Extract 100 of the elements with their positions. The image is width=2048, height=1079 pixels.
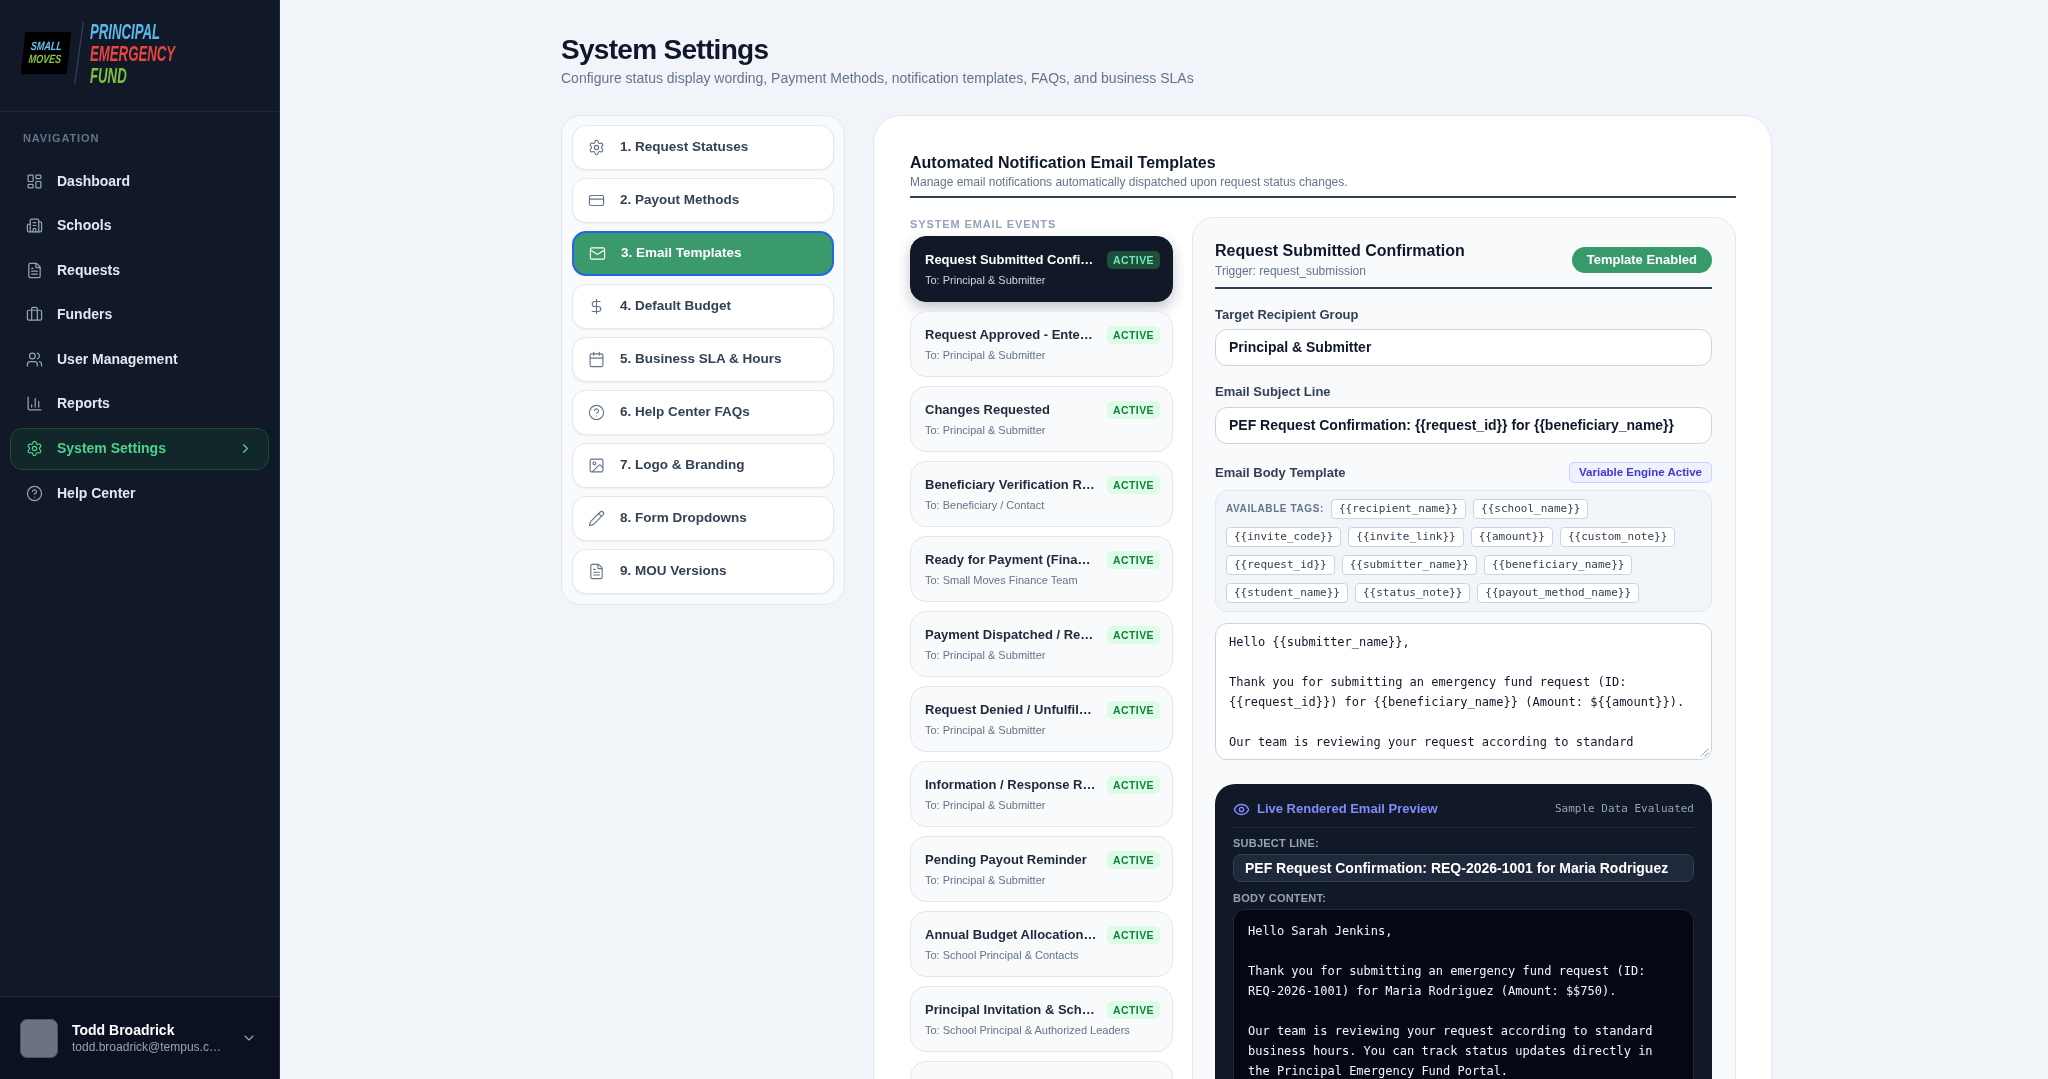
email-event-item[interactable]: Beneficiary Verification R… ACTIVE To: Beneficiary / Contact [910,461,1173,527]
variable-tag[interactable]: {{school_name}} [1473,499,1589,519]
sidebar-nav-item[interactable]: Reports [10,382,269,425]
status-badge: ACTIVE [1106,851,1160,869]
section-subtitle: Manage email notifications automatically dispatched upon request status changes. [910,174,1348,190]
variable-tag[interactable]: {{submitter_name}} [1341,555,1477,575]
status-badge: ACTIVE [1106,251,1160,269]
image-icon [588,457,605,474]
field-label: Email Body Template [1215,463,1346,482]
event-title: Request Submitted Confi… [925,251,1094,269]
email-event-item[interactable]: Pending Payout Reminder ACTIVE To: Principal & Submitter [910,836,1173,902]
email-event-item[interactable]: Request Submitted Confi… ACTIVE To: Principal & Submitter [910,236,1173,302]
settings-menu-item[interactable]: 7. Logo & Branding [572,443,834,488]
event-recipients: To: School Principal & Contacts [925,948,1079,963]
variable-tag[interactable]: {{student_name}} [1226,583,1348,603]
sidebar-nav-item[interactable]: Schools [10,204,269,247]
settings-icon [588,139,605,156]
resize-handle-icon[interactable] [1700,748,1709,757]
event-title: Request Denied / Unfulfil… [925,701,1092,719]
field-label: Target Recipient Group [1215,306,1359,324]
users-icon [26,350,43,368]
recipient-field[interactable]: Principal & Submitter [1215,329,1712,366]
preview-label: BODY CONTENT: [1233,891,1327,905]
logo-text: SMALL [30,40,63,53]
nav-section-label: NAVIGATION [23,131,100,145]
variable-tag[interactable]: {{payout_method_name}} [1477,583,1639,603]
building-icon [26,217,43,235]
settings-menu-item[interactable]: 6. Help Center FAQs [572,390,834,435]
email-event-item[interactable]: Ready for Payment (Fina… ACTIVE To: Small Moves Finance Team [910,536,1173,602]
sidebar-nav-item[interactable]: System Settings [10,427,269,470]
settings-menu-item[interactable]: 9. MOU Versions [572,549,834,594]
sidebar-nav-item[interactable]: Help Center [10,472,269,515]
mail-icon [589,245,606,262]
event-recipients: To: Principal & Submitter [925,873,1046,888]
events-heading: SYSTEM EMAIL EVENTS [910,217,1057,231]
settings-menu-item[interactable]: 2. Payout Methods [572,178,834,223]
email-event-item[interactable]: Payment Dispatched / Re… ACTIVE To: Principal & Submitter [910,611,1173,677]
variable-tag[interactable]: {{invite_link}} [1348,527,1464,547]
event-title: Ready for Payment (Fina… [925,551,1091,569]
variable-tag[interactable]: {{amount}} [1470,527,1553,547]
status-badge: ACTIVE [1106,701,1160,719]
status-badge: ACTIVE [1106,626,1160,644]
template-title: Request Submitted Confirmation [1215,241,1465,261]
email-event-item[interactable]: Request Denied / Unfulfil… ACTIVE To: Principal & Submitter [910,686,1173,752]
variable-tag[interactable]: {{recipient_name}} [1330,499,1467,519]
email-event-item[interactable]: Annual Budget Allocation… ACTIVE To: School Principal & Contacts [910,911,1173,977]
settings-menu-item[interactable]: 1. Request Statuses [572,125,834,170]
preview-title: Live Rendered Email Preview [1257,800,1438,818]
event-recipients: To: Beneficiary / Contact [925,498,1045,513]
user-name: Todd Broadrick [72,1021,175,1039]
preview-subject-line: PEF Request Confirmation: REQ-2026-1001 for Maria Rodriguez [1233,854,1694,882]
variable-tag[interactable]: {{request_id}} [1226,555,1335,575]
grid-icon [26,172,43,190]
variable-tag[interactable]: {{custom_note}} [1559,527,1676,547]
event-recipients: To: Principal & Submitter [925,273,1046,288]
settings-menu-item[interactable]: 8. Form Dropdowns [572,496,834,541]
settings-menu-item[interactable]: 5. Business SLA & Hours [572,337,834,382]
help-icon [588,404,605,421]
logo-text: MOVES [28,53,63,66]
status-badge: ACTIVE [1106,401,1160,419]
event-title: Request Approved - Ente… [925,326,1093,344]
variable-tag[interactable]: {{invite_code}} [1226,527,1342,547]
sidebar-nav-item[interactable]: Requests [10,249,269,292]
template-trigger: Trigger: request_submission [1215,263,1366,279]
preview-body-text: Hello Sarah Jenkins, Thank you for submitting an emergency fund request (ID: REQ-2026-1001) for Maria Rodriguez (Amount: $$750). Our team is reviewing your request according to standard business hours. You can track status updates directly in the Principal Emergency Fund Portal. [1248,923,1654,1079]
event-recipients: To: Principal & Submitter [925,423,1046,438]
logo-text: FUND [90,65,127,87]
status-badge: ACTIVE [1106,1001,1160,1019]
event-title: Beneficiary Verification R… [925,476,1095,494]
email-event-item[interactable]: Changes Requested ACTIVE To: Principal & Submitter [910,386,1173,452]
credit-card-icon [588,192,605,209]
variable-tag[interactable]: {{beneficiary_name}} [1483,555,1633,575]
preview-note: Sample Data Evaluated [1554,801,1694,817]
page-title: System Settings [561,33,769,67]
sidebar-nav-item[interactable]: Dashboard [10,160,269,202]
email-event-item[interactable]: Information / Response R… ACTIVE To: Principal & Submitter [910,761,1173,827]
event-title: Principal Invitation & Sch… [925,1001,1095,1019]
variable-engine-badge: Variable Engine Active [1569,462,1712,483]
subject-field[interactable]: PEF Request Confirmation: {{request_id}} for {{beneficiary_name}} [1215,407,1712,444]
event-title: Payment Dispatched / Re… [925,626,1094,644]
settings-menu-item[interactable]: 4. Default Budget [572,284,834,329]
briefcase-icon [26,306,43,324]
status-badge: ACTIVE [1106,776,1160,794]
sidebar-nav-item[interactable]: Funders [10,293,269,336]
status-badge: ACTIVE [1106,476,1160,494]
variable-tag[interactable]: {{status_note}} [1354,583,1471,603]
body-template-field[interactable]: Hello {{submitter_name}}, Thank you for submitting an emergency fund request (ID: {{request_id}}) for {{beneficiary_name}} (Amount: ${{amount}}). Our team is reviewing your request according to standard [1215,623,1712,760]
event-title: Annual Budget Allocation… [925,926,1097,944]
pencil-icon [588,510,605,527]
sidebar-nav-item[interactable]: User Management [10,338,269,381]
user-profile-bar[interactable]: Todd Broadrick todd.broadrick@tempus.c… [0,996,279,1079]
event-recipients: To: Principal & Submitter [925,648,1046,663]
event-recipients: To: Principal & Submitter [925,348,1046,363]
document-icon [588,563,605,580]
status-badge: ACTIVE [1106,926,1160,944]
help-icon [26,484,43,502]
logo-slash-drawing [74,21,84,85]
template-status-button[interactable]: Template Enabled [1571,247,1712,273]
email-event-item[interactable]: Principal Invitation & Sch… ACTIVE To: School Principal & Authorized Leaders [910,986,1173,1052]
email-event-item[interactable]: Request Approved - Ente… ACTIVE To: Principal & Submitter [910,311,1173,377]
